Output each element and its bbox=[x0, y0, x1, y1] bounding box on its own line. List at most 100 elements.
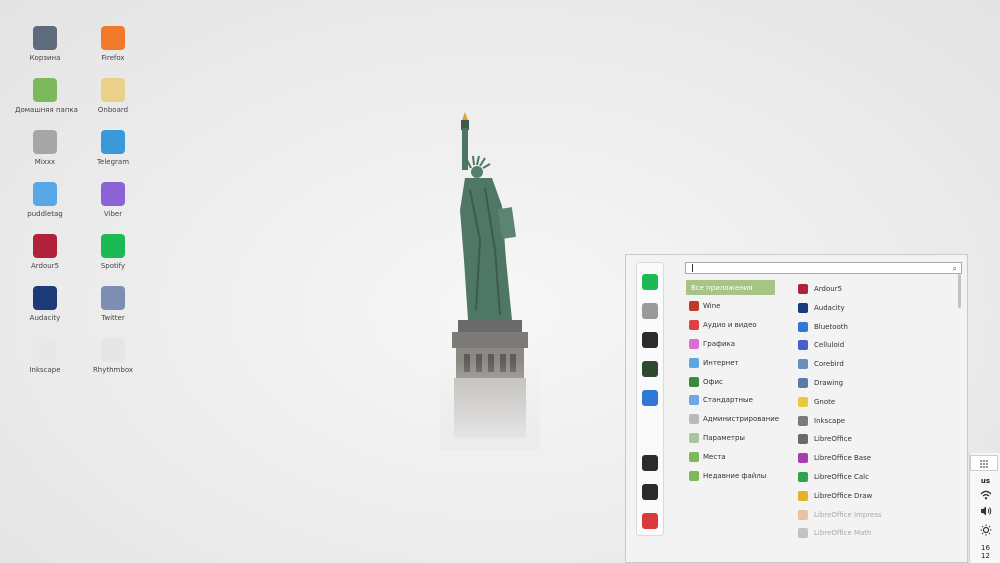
app-label: Bluetooth bbox=[814, 322, 848, 331]
wallpaper-statue-of-liberty bbox=[440, 112, 540, 450]
category-item[interactable]: Аудио и видео bbox=[686, 318, 775, 333]
desktop-icon[interactable]: Firefox bbox=[83, 26, 143, 62]
app-icon bbox=[798, 378, 808, 388]
desktop-icon[interactable]: Telegram bbox=[83, 130, 143, 166]
lock-icon[interactable] bbox=[642, 455, 658, 471]
category-item[interactable]: Администрирование bbox=[686, 412, 779, 427]
desktop-icon[interactable]: Домашняя папка bbox=[15, 78, 78, 114]
search-icon: ⌕ bbox=[952, 264, 957, 273]
app-item[interactable]: Bluetooth bbox=[798, 319, 948, 335]
category-label: Места bbox=[703, 452, 726, 461]
desktop-icon-label: Rhythmbox bbox=[92, 366, 134, 374]
volume-icon[interactable] bbox=[970, 506, 1000, 518]
category-label: Все приложения bbox=[691, 283, 753, 292]
category-label: Недавние файлы bbox=[703, 471, 767, 480]
terminal-icon[interactable] bbox=[642, 332, 658, 348]
app-item[interactable]: LibreOffice Impress bbox=[798, 507, 948, 523]
category-label: Администрирование bbox=[703, 415, 780, 424]
app-item[interactable]: Drawing bbox=[798, 375, 948, 391]
category-item[interactable]: Места bbox=[686, 449, 775, 464]
firefox-icon bbox=[101, 26, 125, 50]
desktop-icon[interactable]: Audacity bbox=[15, 286, 75, 322]
menu-applet-button[interactable] bbox=[970, 455, 998, 471]
category-label: Wine bbox=[703, 302, 721, 311]
desktop-icon-label: Onboard bbox=[97, 106, 129, 114]
desktop-icon[interactable]: puddletag bbox=[15, 182, 75, 218]
app-icon bbox=[798, 340, 808, 351]
power-icon[interactable] bbox=[642, 513, 658, 529]
app-item[interactable]: Corebird bbox=[798, 356, 948, 372]
app-item[interactable]: LibreOffice bbox=[798, 431, 948, 447]
category-item[interactable]: Все приложения bbox=[686, 280, 775, 295]
desktop-icon-label: Ardour5 bbox=[30, 262, 60, 270]
desktop-icon[interactable]: Корзина bbox=[15, 26, 75, 62]
app-item[interactable]: Audacity bbox=[798, 300, 948, 316]
app-item[interactable]: LibreOffice Base bbox=[798, 450, 948, 466]
app-item[interactable]: LibreOffice Calc bbox=[798, 469, 948, 485]
category-item[interactable]: Параметры bbox=[686, 430, 775, 445]
category-icon bbox=[689, 357, 699, 368]
clock-hour: 16 bbox=[981, 544, 990, 552]
desktop-icon-label: Spotify bbox=[100, 262, 126, 270]
system-monitor-icon[interactable] bbox=[642, 361, 658, 377]
puddletag-icon bbox=[33, 182, 57, 206]
app-icon bbox=[798, 528, 808, 539]
ardour-icon bbox=[33, 234, 57, 258]
app-icon bbox=[798, 321, 808, 332]
desktop-icon[interactable]: Ardour5 bbox=[15, 234, 75, 270]
category-icon bbox=[689, 320, 699, 331]
desktop-icon-label: puddletag bbox=[27, 210, 63, 218]
desktop-icon[interactable]: Onboard bbox=[83, 78, 143, 114]
category-item[interactable]: Недавние файлы bbox=[686, 468, 775, 483]
category-label: Графика bbox=[703, 339, 736, 348]
app-item[interactable]: LibreOffice Draw bbox=[798, 488, 948, 504]
category-icon bbox=[689, 414, 699, 425]
app-item[interactable]: LibreOffice Math bbox=[798, 525, 948, 541]
clock[interactable]: 16 12 bbox=[970, 544, 1000, 560]
favorites-bar bbox=[636, 262, 664, 536]
app-item[interactable]: Ardour5 bbox=[798, 281, 948, 297]
app-icon bbox=[798, 302, 808, 313]
app-icon bbox=[798, 284, 808, 294]
desktop-icon-label: Домашняя папка bbox=[15, 106, 78, 114]
app-icon bbox=[798, 472, 808, 482]
logout-icon[interactable] bbox=[642, 484, 658, 500]
app-label: LibreOffice bbox=[814, 435, 852, 444]
category-item[interactable]: Интернет bbox=[686, 355, 775, 370]
category-icon bbox=[689, 395, 699, 406]
spotify-icon[interactable] bbox=[642, 274, 658, 290]
app-label: Celluloid bbox=[814, 341, 845, 350]
app-list-scrollbar[interactable] bbox=[958, 274, 961, 308]
category-item[interactable]: Стандартные bbox=[686, 393, 775, 408]
category-icon bbox=[689, 432, 699, 443]
brightness-icon[interactable] bbox=[970, 524, 1000, 538]
desktop-icon[interactable]: Inkscape bbox=[15, 338, 75, 374]
keyboard-layout-indicator[interactable]: us bbox=[970, 477, 1000, 485]
desktop-icon-label: Audacity bbox=[29, 314, 61, 322]
category-item[interactable]: Wine bbox=[686, 299, 775, 314]
desktop-icon[interactable]: Spotify bbox=[83, 234, 143, 270]
desktop-icon[interactable]: Viber bbox=[83, 182, 143, 218]
apps-grid-icon bbox=[980, 460, 988, 468]
toggles-icon[interactable] bbox=[642, 303, 658, 319]
app-item[interactable]: Gnote bbox=[798, 394, 948, 410]
app-item[interactable]: Inkscape bbox=[798, 413, 948, 429]
desktop-icon[interactable]: Mixxx bbox=[15, 130, 75, 166]
menu-search-input[interactable]: ⌕ bbox=[685, 262, 962, 274]
home-folder-icon bbox=[33, 78, 57, 102]
desktop-icon[interactable]: Rhythmbox bbox=[83, 338, 143, 374]
category-item[interactable]: Офис bbox=[686, 374, 775, 389]
category-item[interactable]: Графика bbox=[686, 336, 775, 351]
desktop-icon-label: Twitter bbox=[101, 314, 125, 322]
app-label: Corebird bbox=[814, 360, 844, 369]
desktop-icon-label: Telegram bbox=[96, 158, 130, 166]
wifi-icon[interactable] bbox=[970, 490, 1000, 503]
category-icon bbox=[689, 338, 699, 349]
desktop-icon[interactable]: Twitter bbox=[83, 286, 143, 322]
app-icon bbox=[798, 359, 808, 370]
category-icon bbox=[689, 470, 699, 481]
bluetooth-icon[interactable] bbox=[642, 390, 658, 406]
category-label: Параметры bbox=[703, 433, 745, 442]
app-item[interactable]: Celluloid bbox=[798, 337, 948, 353]
category-icon bbox=[689, 376, 699, 387]
